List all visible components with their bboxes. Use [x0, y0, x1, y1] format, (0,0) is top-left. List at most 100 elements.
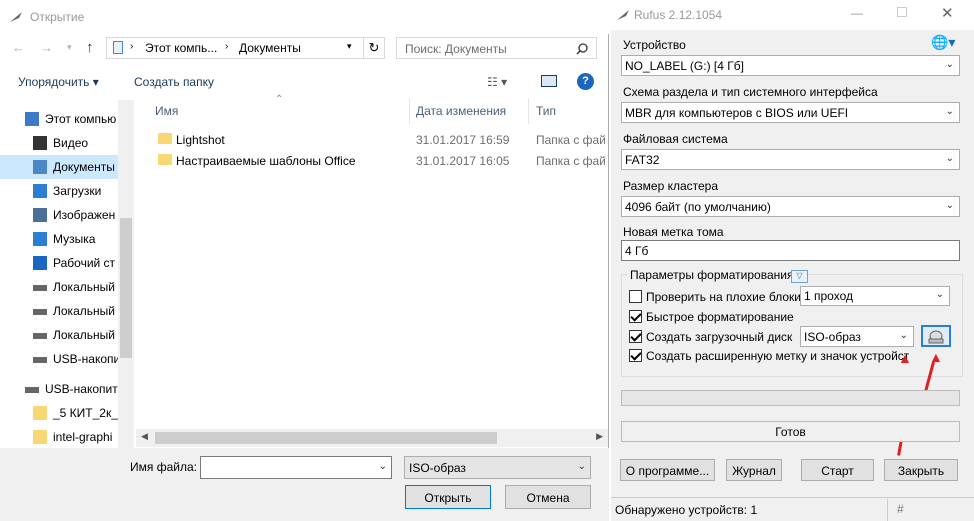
select-image-button[interactable] — [921, 325, 951, 347]
column-name[interactable]: Имя — [155, 104, 178, 118]
download-icon — [33, 184, 47, 198]
language-globe-icon[interactable]: 🌐▾ — [931, 34, 955, 51]
bootable-checkbox[interactable] — [629, 330, 642, 343]
filetype-select[interactable]: ISO-образ ⌄ — [404, 456, 591, 479]
help-icon[interactable]: ? — [577, 73, 594, 90]
extended-label-checkbox[interactable] — [629, 349, 642, 362]
sidebar-item[interactable]: Локальный — [0, 299, 119, 323]
cancel-button[interactable]: Отмена — [505, 485, 591, 509]
recent-chevron-icon[interactable]: ▾ — [67, 42, 72, 53]
cluster-select[interactable]: 4096 байт (по умолчанию) ⌄ — [621, 196, 960, 217]
computer-icon — [25, 112, 39, 126]
breadcrumb-sep-icon: › — [130, 41, 134, 52]
about-button[interactable]: О программе... — [620, 459, 715, 481]
volume-label-input[interactable]: 4 Гб — [621, 240, 960, 261]
sidebar-item[interactable]: Этот компью — [0, 107, 119, 131]
sidebar-item-label: Видео — [53, 136, 89, 150]
sidebar-item-label: Этот компью — [45, 112, 117, 126]
sidebar-item[interactable]: Локальный — [0, 275, 119, 299]
feather-icon — [617, 10, 629, 20]
close-button[interactable]: Закрыть — [884, 459, 958, 481]
volume-label-caption: Новая метка тома — [623, 225, 724, 239]
preview-pane-icon[interactable] — [541, 75, 557, 87]
scheme-label: Схема раздела и тип системного интерфейс… — [623, 85, 878, 99]
sidebar-item[interactable]: Видео — [0, 131, 119, 155]
sidebar-item[interactable]: _5 КИТ_2к_ — [0, 401, 119, 425]
organize-button[interactable]: Упорядочить ▾ — [18, 75, 99, 89]
address-bar[interactable]: › Этот компь... › Документы ▾ — [106, 37, 364, 59]
progress-bar — [621, 390, 960, 406]
format-options-title: Параметры форматирования — [627, 268, 797, 282]
sidebar-item[interactable]: Документы — [0, 155, 119, 179]
dialog-titlebar: Открытие — [0, 0, 609, 34]
sidebar-item[interactable]: Локальный — [0, 323, 119, 347]
sidebar-item[interactable]: Изображен — [0, 203, 119, 227]
boot-type-select[interactable]: ISO-образ ⌄ — [800, 326, 914, 347]
filesystem-select[interactable]: FAT32 ⌄ — [621, 149, 960, 170]
log-button[interactable]: Журнал — [726, 459, 782, 481]
minimize-icon[interactable]: — — [851, 6, 863, 20]
sidebar-item-label: Локальный — [53, 328, 115, 342]
sidebar-item-label: Локальный — [53, 280, 115, 294]
start-button[interactable]: Старт — [801, 459, 874, 481]
sidebar-item-label: Изображен — [53, 208, 116, 222]
folder-icon — [33, 406, 47, 420]
sidebar-scroll-thumb[interactable] — [120, 218, 132, 358]
filename-input[interactable]: ⌄ — [200, 456, 392, 479]
back-arrow-icon[interactable]: ← — [12, 40, 25, 55]
breadcrumb-item[interactable]: Документы — [239, 41, 301, 55]
view-options-icon[interactable]: ☷ ▾ — [487, 75, 507, 89]
rufus-title: Rufus 2.12.1054 — [634, 8, 723, 22]
drive-icon — [33, 333, 47, 339]
navigation-pane: Этот компью Видео Документы Загрузки Изображ… — [0, 100, 134, 448]
sidebar-item[interactable]: Музыка — [0, 227, 119, 251]
quick-format-checkbox[interactable] — [629, 310, 642, 323]
sidebar-item[interactable]: intel-graphi — [0, 425, 119, 448]
red-arrowhead-icon: ▲ — [898, 350, 912, 366]
open-file-dialog: Открытие ← → ▾ ↑ › Этот компь... › Докум… — [0, 0, 609, 521]
scroll-right-icon[interactable]: ▶ — [596, 431, 603, 442]
close-icon[interactable]: ✕ — [941, 4, 954, 22]
chevron-down-icon: ⌄ — [577, 461, 586, 472]
music-icon — [33, 232, 47, 246]
refresh-icon[interactable]: ↻ — [363, 37, 385, 59]
extended-label-text: Создать расширенную метку и значок устро… — [646, 349, 909, 363]
scroll-left-icon[interactable]: ◀ — [141, 431, 148, 442]
forward-arrow-icon[interactable]: → — [40, 40, 53, 55]
drive-icon — [33, 309, 47, 315]
status-divider — [887, 499, 888, 521]
column-date[interactable]: Дата изменения — [416, 104, 506, 118]
drive-icon — [33, 285, 47, 291]
sidebar-item-label: USB-накопи — [53, 352, 119, 366]
open-button[interactable]: Открыть — [405, 485, 491, 509]
device-select[interactable]: NO_LABEL (G:) [4 Гб] ⌄ — [621, 55, 960, 76]
sidebar-item[interactable]: Рабочий ст — [0, 251, 119, 275]
expand-chevron-icon[interactable]: ▽ — [791, 270, 808, 283]
file-name: Lightshot — [176, 133, 225, 147]
file-row[interactable]: Lightshot 31.01.2017 16:59 Папка с файл — [155, 130, 605, 150]
passes-select[interactable]: 1 проход ⌄ — [800, 286, 950, 306]
document-icon — [33, 160, 47, 174]
scheme-select[interactable]: MBR для компьютеров с BIOS или UEFI ⌄ — [621, 102, 960, 123]
chevron-down-icon: ⌄ — [945, 153, 954, 164]
sidebar-item[interactable]: Загрузки — [0, 179, 119, 203]
filename-label: Имя файла: — [130, 460, 197, 474]
search-placeholder: Поиск: Документы — [405, 42, 507, 56]
bad-blocks-checkbox[interactable] — [629, 290, 642, 303]
rufus-window: Rufus 2.12.1054 — ✕ Устройство 🌐▾ NO_LAB… — [611, 0, 974, 521]
sidebar-item-label: Рабочий ст — [53, 256, 116, 270]
status-bar: Обнаружено устройств: 1 # — [611, 497, 974, 521]
up-arrow-icon[interactable]: ↑ — [86, 39, 94, 56]
file-row[interactable]: Настраиваемые шаблоны Office 31.01.2017 … — [155, 151, 605, 171]
sidebar-item[interactable]: USB-накопит — [0, 377, 119, 401]
search-input[interactable]: Поиск: Документы — [396, 37, 597, 59]
chevron-down-icon[interactable]: ▾ — [347, 41, 352, 52]
breadcrumb-item[interactable]: Этот компь... — [145, 41, 217, 55]
chevron-down-icon[interactable]: ⌄ — [379, 461, 387, 472]
column-type[interactable]: Тип — [536, 104, 556, 118]
sidebar-item[interactable]: USB-накопи — [0, 347, 119, 371]
new-folder-button[interactable]: Создать папку — [134, 75, 214, 89]
document-icon — [113, 41, 123, 54]
hash-button[interactable]: # — [897, 502, 904, 516]
file-list-scroll-thumb[interactable] — [155, 432, 497, 444]
